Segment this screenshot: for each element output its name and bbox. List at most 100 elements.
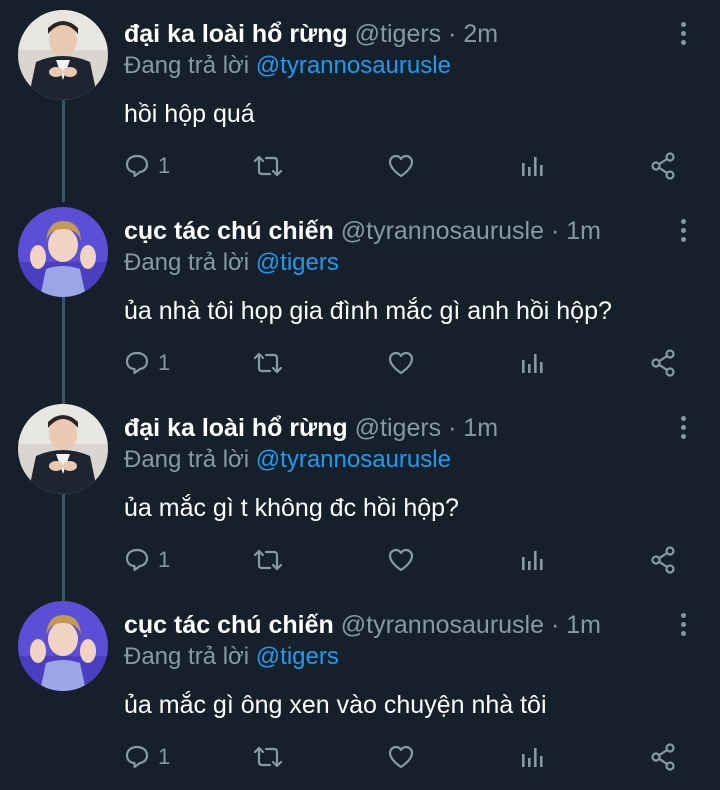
replying-to-label: Đang trả lời bbox=[124, 643, 250, 670]
replying-to: Đang trả lời @tyrannosaurusle bbox=[124, 444, 451, 476]
share-icon bbox=[651, 743, 675, 771]
display-name[interactable]: cục tác chú chiến bbox=[124, 217, 334, 245]
tweet-text: ủa nhà tôi họp gia đình mắc gì anh hồi h… bbox=[124, 297, 612, 325]
reply-count: 1 bbox=[158, 153, 171, 178]
retweet-icon bbox=[253, 352, 283, 374]
avatar-tigers-icon bbox=[18, 404, 108, 494]
share-button[interactable] bbox=[650, 146, 676, 186]
tweet[interactable]: đại ka loài hổ rừng @tigers · 2m Đang tr… bbox=[0, 0, 720, 197]
replying-to-label: Đang trả lời bbox=[124, 446, 250, 473]
like-icon bbox=[388, 351, 414, 375]
like-icon bbox=[388, 548, 414, 572]
display-name[interactable]: cục tác chú chiến bbox=[124, 611, 334, 639]
replying-to-label: Đang trả lời bbox=[124, 249, 250, 276]
reply-count: 1 bbox=[158, 350, 171, 375]
mention-link[interactable]: @tigers bbox=[256, 249, 339, 276]
retweet-icon bbox=[253, 155, 283, 177]
more-options-icon[interactable] bbox=[672, 18, 694, 48]
tweet[interactable]: đại ka loài hổ rừng @tigers · 1m Đang tr… bbox=[0, 394, 720, 591]
separator: · bbox=[550, 611, 560, 639]
tweet-header: đại ka loài hổ rừng @tigers · 2m bbox=[124, 18, 498, 50]
timestamp[interactable]: 1m bbox=[566, 217, 601, 245]
replying-to: Đang trả lời @tyrannosaurusle bbox=[124, 50, 451, 82]
like-button[interactable] bbox=[387, 343, 415, 383]
reply-button[interactable]: 1 bbox=[124, 737, 170, 777]
retweet-button[interactable] bbox=[253, 343, 283, 383]
reply-count: 1 bbox=[158, 744, 171, 769]
tweet-header: đại ka loài hổ rừng @tigers · 1m bbox=[124, 412, 498, 444]
tweet-header: cục tác chú chiến @tyrannosaurusle · 1m bbox=[124, 609, 601, 641]
reply-icon bbox=[125, 154, 149, 178]
retweet-button[interactable] bbox=[253, 540, 283, 580]
mention-link[interactable]: @tyrannosaurusle bbox=[256, 446, 451, 473]
more-options-icon[interactable] bbox=[672, 412, 694, 442]
user-handle[interactable]: @tyrannosaurusle bbox=[341, 611, 544, 639]
analytics-button[interactable] bbox=[519, 540, 545, 580]
avatar[interactable] bbox=[18, 601, 108, 691]
reply-count: 1 bbox=[158, 547, 171, 572]
tweet-text: ủa mắc gì t không đc hồi hộp? bbox=[124, 494, 459, 522]
avatar[interactable] bbox=[18, 207, 108, 297]
tweet-text: hồi hộp quá bbox=[124, 100, 255, 128]
like-button[interactable] bbox=[387, 146, 415, 186]
tweet[interactable]: cục tác chú chiến @tyrannosaurusle · 1m … bbox=[0, 197, 720, 394]
retweet-icon bbox=[253, 746, 283, 768]
like-icon bbox=[388, 745, 414, 769]
tweet-text: ủa mắc gì ông xen vào chuyện nhà tôi bbox=[124, 691, 547, 719]
replying-to: Đang trả lời @tigers bbox=[124, 641, 339, 673]
reply-icon bbox=[125, 548, 149, 572]
tweet-actions: 1 bbox=[0, 343, 720, 383]
retweet-button[interactable] bbox=[253, 146, 283, 186]
tweet-actions: 1 bbox=[0, 540, 720, 580]
analytics-icon bbox=[522, 354, 543, 373]
replying-to: Đang trả lời @tigers bbox=[124, 247, 339, 279]
reply-button[interactable]: 1 bbox=[124, 540, 170, 580]
analytics-icon bbox=[522, 748, 543, 767]
share-button[interactable] bbox=[650, 737, 676, 777]
share-icon bbox=[651, 152, 675, 180]
analytics-button[interactable] bbox=[519, 146, 545, 186]
mention-link[interactable]: @tigers bbox=[256, 643, 339, 670]
avatar-tigers-icon bbox=[18, 10, 108, 100]
timestamp[interactable]: 1m bbox=[463, 414, 498, 442]
like-button[interactable] bbox=[387, 540, 415, 580]
analytics-button[interactable] bbox=[519, 343, 545, 383]
user-handle[interactable]: @tyrannosaurusle bbox=[341, 217, 544, 245]
tweet-actions: 1 bbox=[0, 737, 720, 777]
reply-button[interactable]: 1 bbox=[124, 146, 170, 186]
share-button[interactable] bbox=[650, 343, 676, 383]
reply-thread: đại ka loài hổ rừng @tigers · 2m Đang tr… bbox=[0, 0, 720, 790]
analytics-icon bbox=[522, 551, 543, 570]
avatar-tyrannosaurusle-icon bbox=[18, 601, 108, 691]
separator: · bbox=[448, 20, 457, 48]
retweet-button[interactable] bbox=[253, 737, 283, 777]
more-options-icon[interactable] bbox=[672, 215, 694, 245]
tweet-actions: 1 bbox=[0, 146, 720, 186]
avatar[interactable] bbox=[18, 10, 108, 100]
share-icon bbox=[651, 546, 675, 574]
display-name[interactable]: đại ka loài hổ rừng bbox=[124, 414, 348, 442]
tweet[interactable]: cục tác chú chiến @tyrannosaurusle · 1m … bbox=[0, 591, 720, 788]
tweet-header: cục tác chú chiến @tyrannosaurusle · 1m bbox=[124, 215, 601, 247]
reply-icon bbox=[125, 351, 149, 375]
separator: · bbox=[448, 414, 457, 442]
retweet-icon bbox=[253, 549, 283, 571]
avatar-tyrannosaurusle-icon bbox=[18, 207, 108, 297]
analytics-icon bbox=[522, 157, 543, 176]
more-options-icon[interactable] bbox=[672, 609, 694, 639]
analytics-button[interactable] bbox=[519, 737, 545, 777]
reply-icon bbox=[125, 745, 149, 769]
timestamp[interactable]: 1m bbox=[566, 611, 601, 639]
reply-button[interactable]: 1 bbox=[124, 343, 170, 383]
share-icon bbox=[651, 349, 675, 377]
timestamp[interactable]: 2m bbox=[463, 20, 498, 48]
user-handle[interactable]: @tigers bbox=[355, 20, 442, 48]
user-handle[interactable]: @tigers bbox=[355, 414, 442, 442]
share-button[interactable] bbox=[650, 540, 676, 580]
like-icon bbox=[388, 154, 414, 178]
separator: · bbox=[550, 217, 560, 245]
avatar[interactable] bbox=[18, 404, 108, 494]
display-name[interactable]: đại ka loài hổ rừng bbox=[124, 20, 348, 48]
like-button[interactable] bbox=[387, 737, 415, 777]
mention-link[interactable]: @tyrannosaurusle bbox=[256, 52, 451, 79]
